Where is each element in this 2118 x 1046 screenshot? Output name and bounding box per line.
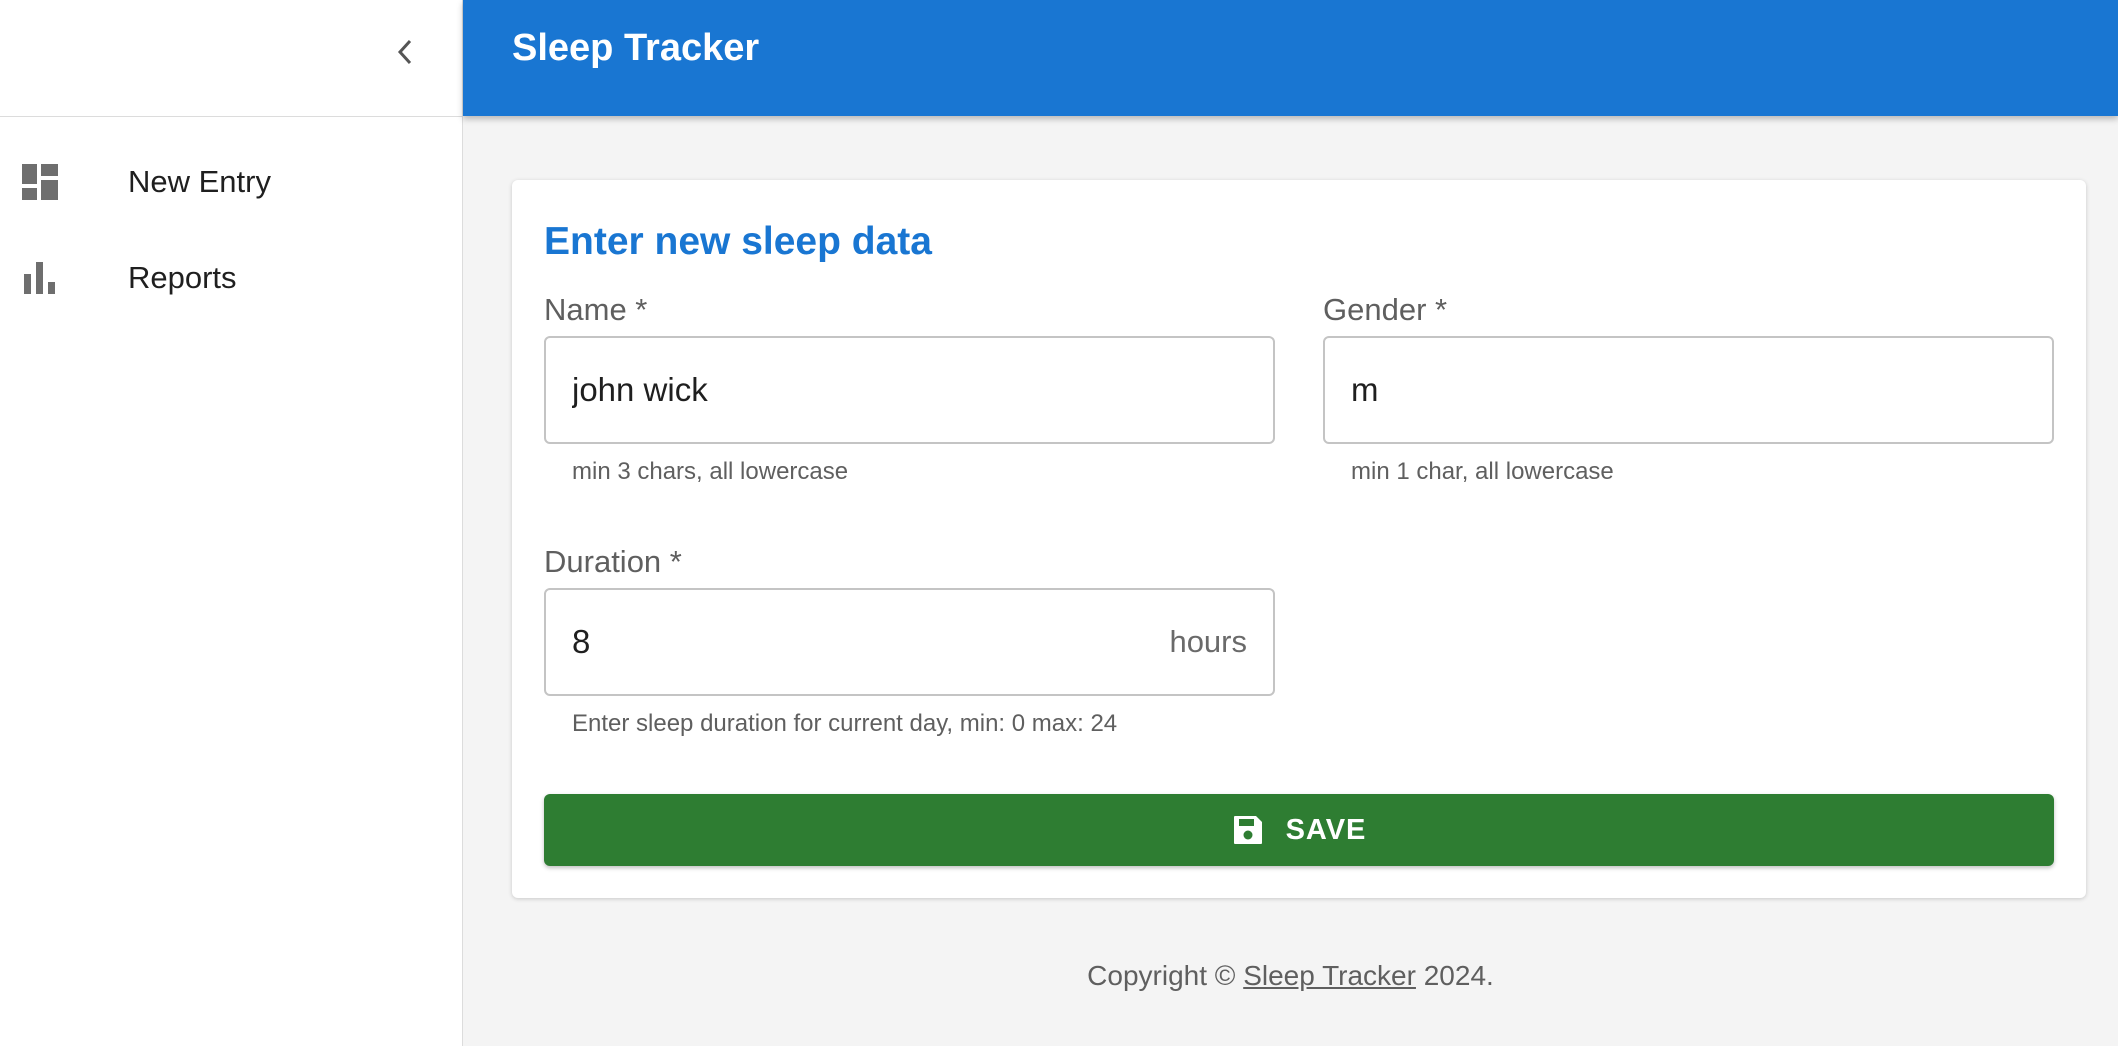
sidebar: New Entry Reports [0, 0, 463, 1046]
duration-hint: Enter sleep duration for current day, mi… [572, 710, 1118, 737]
gender-hint: min 1 char, all lowercase [1351, 458, 1614, 485]
duration-unit: hours [1169, 624, 1247, 659]
footer-link-sleep-tracker[interactable]: Sleep Tracker [1243, 960, 1416, 991]
name-label: Name * [544, 292, 648, 327]
copyright-year: 2024. [1415, 960, 1494, 991]
bar-chart-icon [22, 260, 58, 296]
sidebar-header [0, 0, 462, 117]
chevron-left-icon [397, 39, 412, 65]
duration-field[interactable]: hours [544, 588, 1275, 696]
app-root: New Entry Reports Sleep Tracker Enter ne… [0, 0, 2118, 1046]
sleep-entry-card: Enter new sleep data Name * min 3 chars,… [512, 180, 2086, 898]
gender-label: Gender * [1323, 292, 1448, 327]
name-hint: min 3 chars, all lowercase [572, 458, 849, 485]
gender-field[interactable] [1323, 336, 2054, 444]
sidebar-item-label: Reports [128, 260, 237, 295]
footer: Copyright © Sleep Tracker 2024. [463, 960, 2118, 992]
sidebar-item-reports[interactable]: Reports [0, 238, 462, 318]
sidebar-item-new-entry[interactable]: New Entry [0, 142, 462, 222]
name-input[interactable] [572, 338, 1242, 442]
form-title: Enter new sleep data [544, 220, 932, 263]
app-title: Sleep Tracker [512, 27, 760, 69]
gender-input[interactable] [1351, 338, 2021, 442]
save-button[interactable]: SAVE [544, 794, 2054, 866]
copyright-prefix: Copyright © [1087, 960, 1244, 991]
save-button-label: SAVE [1285, 813, 1367, 846]
name-field[interactable] [544, 336, 1275, 444]
dashboard-icon [22, 164, 58, 200]
sidebar-item-label: New Entry [128, 164, 271, 199]
save-icon [1233, 816, 1262, 844]
duration-label: Duration * [544, 544, 682, 579]
top-app-bar: Sleep Tracker [463, 0, 2118, 116]
duration-input[interactable] [572, 590, 1122, 694]
collapse-sidebar-button[interactable] [385, 27, 425, 77]
